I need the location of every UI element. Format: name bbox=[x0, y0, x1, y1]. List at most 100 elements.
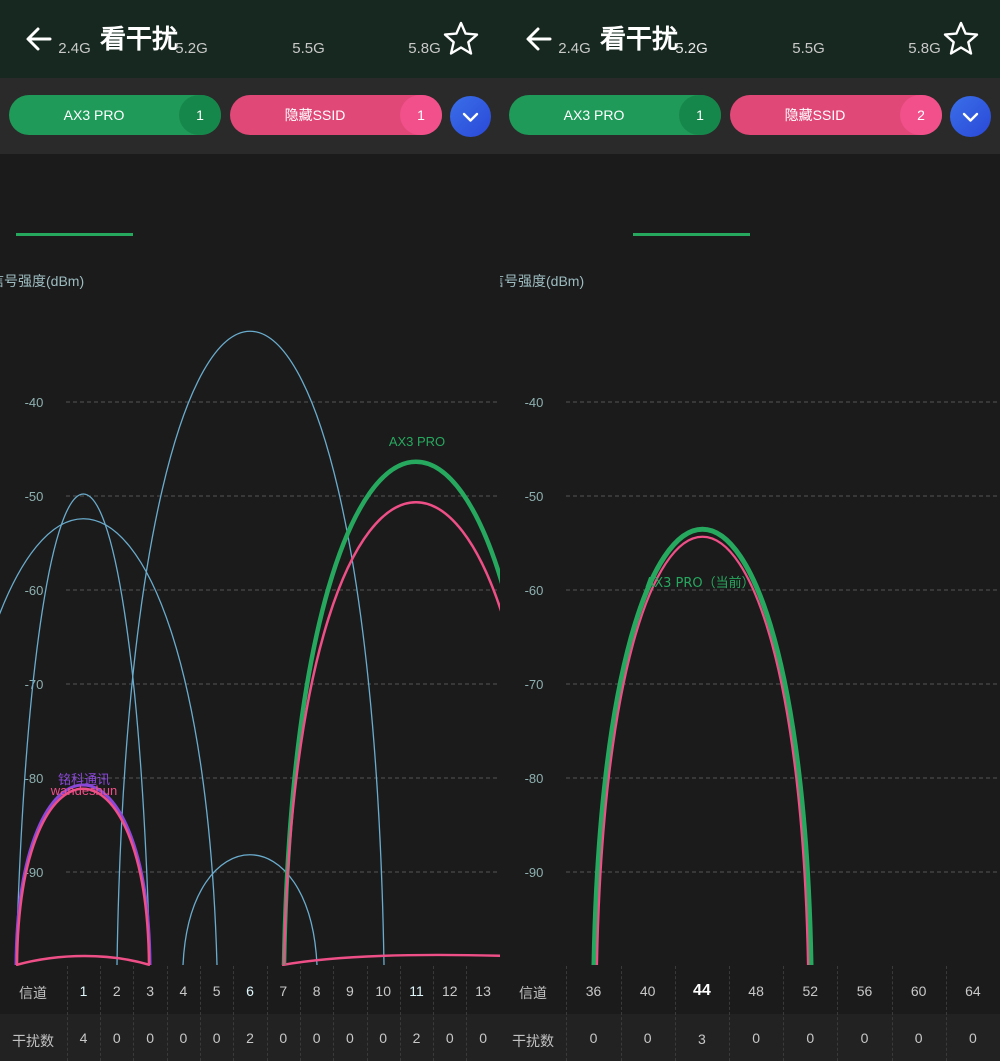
interference-count-cell: 4 bbox=[79, 1030, 88, 1046]
interference-count-cell: 0 bbox=[146, 1030, 154, 1046]
channel-cell[interactable]: 5 bbox=[200, 983, 233, 999]
app-bar: 看干扰 bbox=[0, 0, 500, 78]
network-curve-hidden bbox=[595, 535, 810, 966]
y-tick-label: -60 bbox=[25, 583, 44, 598]
expand-dropdown-button[interactable] bbox=[950, 96, 991, 137]
network-curve-hidden bbox=[282, 501, 500, 966]
y-tick-label: -70 bbox=[525, 677, 544, 692]
column-separator bbox=[333, 966, 335, 1061]
channel-cell[interactable]: 44 bbox=[675, 982, 729, 1000]
interference-count-cell: 0 bbox=[112, 1030, 121, 1046]
ssid-filter-secondary[interactable]: 隐藏SSID 1 bbox=[230, 95, 442, 135]
channel-cell[interactable]: 8 bbox=[300, 983, 333, 999]
tab-5-2g[interactable]: 5.2G bbox=[133, 40, 250, 57]
interference-screen-2g: 看干扰 AX3 PRO 1 隐藏SSID 1 2.4G 5.2G 5.5G 5.… bbox=[0, 0, 500, 1061]
channel-cell[interactable]: 60 bbox=[892, 983, 946, 999]
interference-count-cell: 0 bbox=[212, 1030, 221, 1046]
channel-cell[interactable]: 64 bbox=[946, 983, 1000, 999]
ssid-filter-count: 2 bbox=[900, 95, 942, 135]
channel-cell[interactable]: 36 bbox=[566, 983, 620, 999]
channel-cell[interactable]: 56 bbox=[837, 983, 891, 999]
channel-cell[interactable]: 40 bbox=[621, 983, 675, 999]
column-separator bbox=[620, 966, 622, 1061]
column-separator bbox=[945, 966, 947, 1061]
interference-count-cell: 0 bbox=[914, 1030, 923, 1046]
ssid-filter-secondary[interactable]: 隐藏SSID 2 bbox=[730, 95, 942, 135]
tab-5-8g[interactable]: 5.8G bbox=[866, 40, 983, 57]
column-separator bbox=[399, 966, 401, 1061]
column-separator bbox=[433, 966, 435, 1061]
channel-cell[interactable]: 9 bbox=[333, 983, 366, 999]
channel-cell[interactable]: 4 bbox=[167, 983, 200, 999]
interference-row-label: 干扰数 bbox=[512, 1033, 554, 1049]
interference-row-label: 干扰数 bbox=[12, 1033, 54, 1049]
network-curve-blue bbox=[15, 493, 151, 966]
app-bar: 看干扰 bbox=[500, 0, 1000, 78]
interference-count-cell: 0 bbox=[752, 1030, 760, 1046]
column-separator bbox=[299, 966, 301, 1061]
ssid-filter-count: 1 bbox=[679, 95, 721, 135]
y-tick-label: -60 bbox=[525, 583, 544, 598]
tab-5-5g[interactable]: 5.5G bbox=[750, 40, 867, 57]
channel-cell[interactable]: 10 bbox=[367, 983, 400, 999]
interference-count-cell: 0 bbox=[279, 1030, 288, 1046]
interference-count-cell: 0 bbox=[806, 1030, 815, 1046]
ssid-filter-label: 隐藏SSID bbox=[284, 107, 346, 123]
network-filter-bar: AX3 PRO 1 隐藏SSID 2 bbox=[500, 78, 1000, 154]
channel-row-label: 信道 bbox=[519, 985, 547, 1001]
channel-cell[interactable]: 7 bbox=[267, 983, 300, 999]
channel-cell[interactable]: 1 bbox=[67, 983, 100, 999]
column-separator bbox=[133, 966, 135, 1061]
channel-cell[interactable]: 52 bbox=[783, 983, 837, 999]
column-separator bbox=[66, 966, 68, 1061]
channel-cell[interactable]: 6 bbox=[233, 983, 266, 999]
interference-count-cell: 0 bbox=[445, 1030, 454, 1046]
signal-strength-chart: -40-50-60-70-80-90 AX3 PRO 铭科通讯 wandeshu… bbox=[0, 330, 500, 967]
interference-count-cell: 2 bbox=[412, 1030, 421, 1046]
ssid-filter-count: 1 bbox=[400, 95, 442, 135]
channel-cell[interactable]: 11 bbox=[400, 983, 433, 999]
interference-count-cell: 0 bbox=[479, 1030, 487, 1046]
ssid-filter-primary[interactable]: AX3 PRO 1 bbox=[9, 95, 221, 135]
tab-2-4g[interactable]: 2.4G bbox=[516, 40, 633, 57]
chevron-down-icon bbox=[962, 112, 979, 122]
y-tick-label: -40 bbox=[525, 395, 544, 410]
channel-cell[interactable]: 13 bbox=[466, 983, 499, 999]
network-curve-ax3pro bbox=[591, 527, 814, 966]
tab-5-2g[interactable]: 5.2G bbox=[633, 40, 750, 57]
tab-5-5g[interactable]: 5.5G bbox=[250, 40, 367, 57]
column-separator bbox=[729, 966, 730, 1061]
interference-count-cell: 3 bbox=[697, 1031, 706, 1047]
tab-5-8g[interactable]: 5.8G bbox=[366, 40, 483, 57]
channel-cell[interactable]: 48 bbox=[729, 983, 783, 999]
column-separator bbox=[566, 966, 568, 1061]
interference-count-cell: 2 bbox=[246, 1030, 254, 1046]
y-tick-label: -80 bbox=[25, 771, 44, 786]
active-tab-indicator bbox=[16, 233, 133, 236]
interference-count-cell: 0 bbox=[589, 1030, 598, 1046]
interference-count-cell: 0 bbox=[346, 1030, 354, 1046]
y-tick-label: -50 bbox=[525, 489, 544, 504]
column-separator bbox=[100, 966, 102, 1061]
interference-count-cell: 0 bbox=[968, 1030, 977, 1046]
y-axis-label: 信号强度(dBm) bbox=[0, 273, 85, 289]
ssid-filter-label: AX3 PRO bbox=[563, 107, 625, 123]
channel-cell[interactable]: 2 bbox=[100, 983, 133, 999]
channel-cell[interactable]: 3 bbox=[133, 983, 166, 999]
network-curve-blue bbox=[116, 330, 385, 966]
ssid-filter-primary[interactable]: AX3 PRO 1 bbox=[509, 95, 721, 135]
column-separator bbox=[166, 966, 168, 1061]
network-label-ax3pro-current: AX3 PRO（当前） bbox=[645, 575, 754, 591]
channel-row-label: 信道 bbox=[19, 985, 47, 1001]
y-tick-label: -40 bbox=[25, 395, 44, 410]
network-label-wandeshun: wandeshun bbox=[50, 783, 118, 798]
interference-count-cell: 0 bbox=[179, 1030, 188, 1046]
column-separator bbox=[366, 966, 368, 1061]
interference-screen-5g: 看干扰 AX3 PRO 1 隐藏SSID 2 2.4G 5.2G 5.5G 5.… bbox=[500, 0, 1000, 1061]
column-separator bbox=[200, 966, 202, 1061]
y-tick-label: -80 bbox=[525, 771, 544, 786]
tab-2-4g[interactable]: 2.4G bbox=[16, 40, 133, 57]
channel-cell[interactable]: 12 bbox=[433, 983, 466, 999]
expand-dropdown-button[interactable] bbox=[450, 96, 491, 137]
interference-count-cell: 0 bbox=[379, 1030, 388, 1046]
